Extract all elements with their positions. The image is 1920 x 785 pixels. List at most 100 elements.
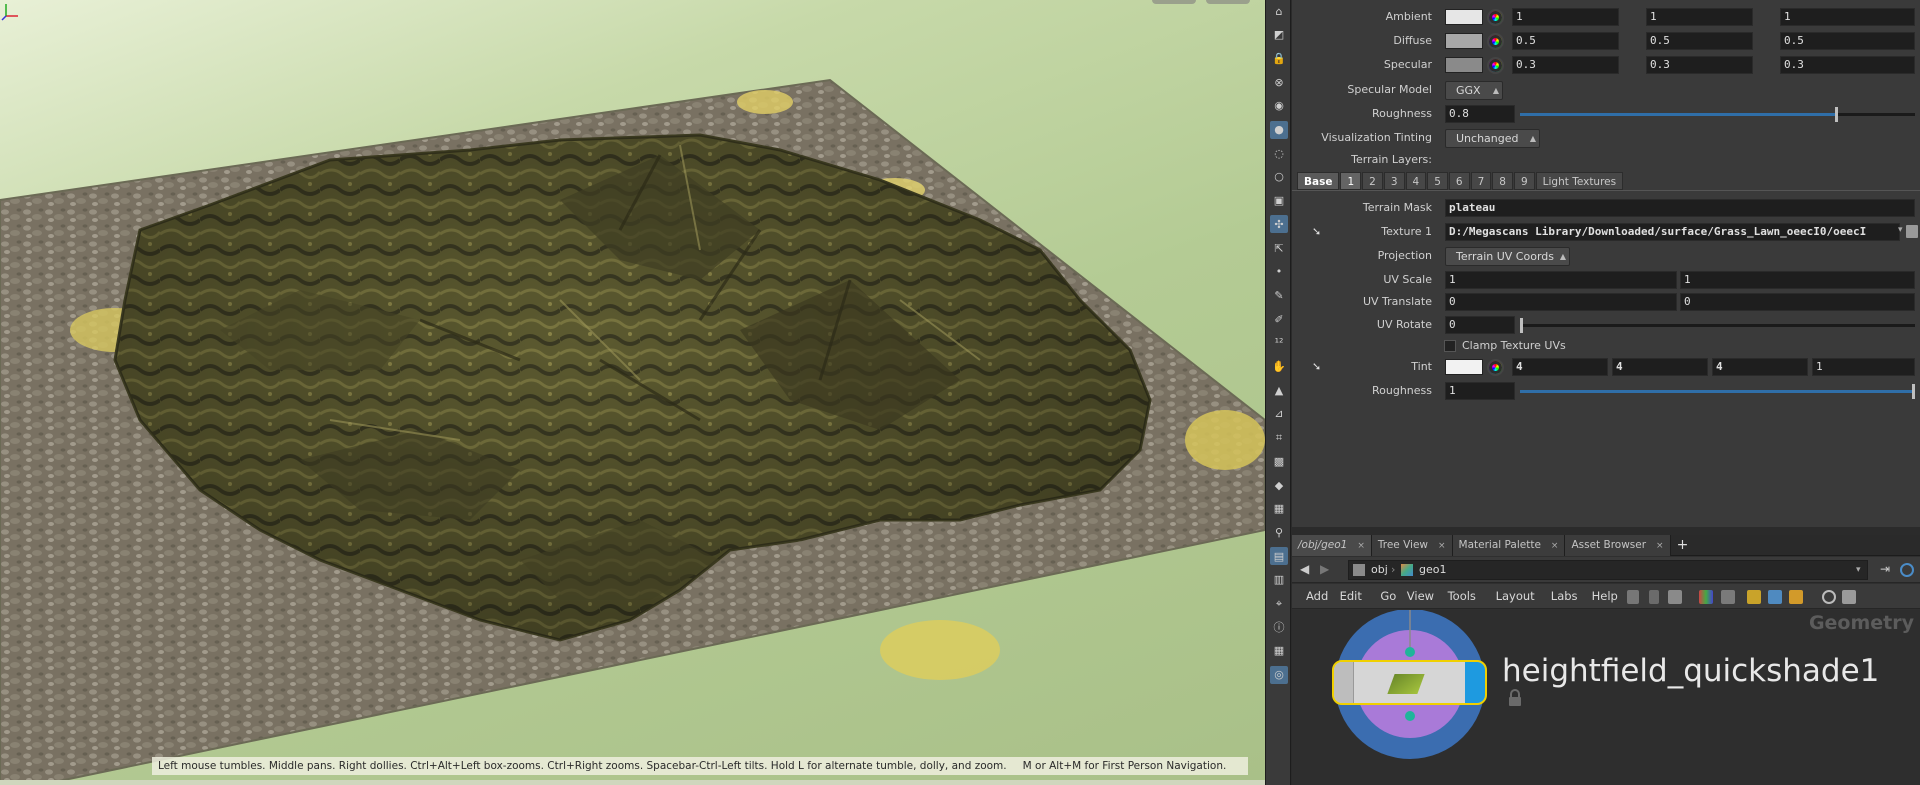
layer-roughness-slider[interactable] [1520,384,1915,399]
uv-rotate-slider-handle[interactable] [1520,318,1523,333]
pane-tab-obj-geo1[interactable]: /obj/geo1 × [1292,535,1372,556]
magnify-icon[interactable] [1822,590,1836,604]
ambient-color-wheel-icon[interactable] [1487,9,1504,26]
heightfield-node[interactable] [1332,660,1487,705]
diffuse-swatch[interactable] [1445,33,1483,49]
layer-tab-light-textures[interactable]: Light Textures [1535,172,1624,190]
specular-r-field[interactable]: 0.3 [1512,56,1619,74]
rig-icon[interactable]: ⚲ [1270,523,1288,541]
specular-g-field[interactable]: 0.3 [1646,56,1753,74]
stack-icon[interactable]: ▤ [1270,547,1288,566]
close-icon[interactable]: × [1656,541,1664,551]
info-icon[interactable]: ⓘ [1270,618,1288,636]
pane-tab-material-palette[interactable]: Material Palette × [1452,535,1566,556]
list-icon[interactable] [1668,590,1682,604]
bulb-outline-icon[interactable]: ○ [1270,168,1288,186]
add-tab-icon[interactable]: + [1671,535,1695,555]
ambient-swatch[interactable] [1445,9,1483,25]
camera-icon[interactable]: ◉ [1270,97,1288,115]
specular-b-field[interactable]: 0.3 [1780,56,1915,74]
path-dropdown-icon[interactable]: ▾ [1856,561,1861,579]
paint-icon[interactable]: ▲ [1270,381,1288,399]
layer-roughness-slider-handle[interactable] [1912,384,1915,399]
roughness-slider-handle[interactable] [1835,107,1838,122]
pin-icon[interactable]: ⇥ [1880,562,1890,576]
select-icon[interactable]: ⇱ [1270,239,1288,257]
color-icon[interactable]: ▦ [1270,500,1288,518]
menu-edit[interactable]: Edit [1340,584,1362,609]
menu-tools[interactable]: Tools [1448,584,1476,609]
layer-tab-9[interactable]: 9 [1513,172,1535,190]
network-canvas[interactable]: Geometry heightfield_quickshade1 [1292,610,1920,785]
layer-tab-base[interactable]: Base [1297,172,1340,190]
grid-icon[interactable] [1721,590,1735,604]
brush-icon[interactable]: ✎ [1270,286,1288,304]
specular-model-menu[interactable]: GGX ▲ [1445,81,1503,100]
scene-viewport[interactable]: Left mouse tumbles. Middle pans. Right d… [0,0,1265,785]
pane-tab-tree-view[interactable]: Tree View × [1371,535,1453,556]
texture1-dropdown-icon[interactable]: ▾ [1898,225,1903,235]
layer-tab-1[interactable]: 1 [1340,172,1362,190]
tint-r-field[interactable]: 4 [1512,358,1608,376]
layer-roughness-field[interactable]: 1 [1445,382,1515,400]
roughness-slider[interactable] [1520,107,1915,122]
node-display-flag[interactable] [1465,662,1485,703]
diffuse-b-field[interactable]: 0.5 [1780,32,1915,50]
number-icon[interactable]: ¹² [1270,334,1288,352]
back-arrow-icon[interactable]: ◀ [1300,562,1309,576]
uv-translate-u-field[interactable]: 0 [1445,293,1677,311]
ambient-g-field[interactable]: 1 [1646,8,1753,26]
diffuse-r-field[interactable]: 0.5 [1512,32,1619,50]
menu-layout[interactable]: Layout [1496,584,1535,609]
menu-labs[interactable]: Labs [1551,584,1578,609]
close-icon[interactable]: × [1551,541,1559,551]
terrain-mask-field[interactable]: plateau [1445,199,1915,217]
tint-g-field[interactable]: 4 [1612,358,1708,376]
edge-icon[interactable]: ⌗ [1270,429,1288,447]
link-icon[interactable] [1900,563,1914,577]
point-icon[interactable]: • [1270,263,1288,281]
measure-icon[interactable]: ⊿ [1270,405,1288,423]
uv-scale-v-field[interactable]: 1 [1680,271,1915,289]
snapshot-icon[interactable]: ▥ [1270,571,1288,589]
node-bypass-flag[interactable] [1334,662,1354,703]
layer-tab-3[interactable]: 3 [1383,172,1405,190]
cancel-icon[interactable]: ⊗ [1270,73,1288,91]
lock-icon[interactable] [1508,689,1522,707]
eye-icon[interactable]: ◎ [1270,665,1288,684]
tint-a-field[interactable]: 1 [1812,358,1915,376]
tint-color-wheel-icon[interactable] [1487,359,1504,376]
menu-add[interactable]: Add [1306,584,1328,609]
image-icon[interactable] [1768,590,1782,604]
view-icon[interactable]: ◩ [1270,26,1288,44]
shape-icon[interactable]: ◆ [1270,476,1288,494]
pose-icon[interactable]: ⌂ [1270,2,1288,20]
roughness-field[interactable]: 0.8 [1445,105,1515,123]
hand-icon[interactable]: ✋ [1270,358,1288,376]
menu-go[interactable]: Go [1380,584,1396,609]
pen-icon[interactable]: ✐ [1270,310,1288,328]
texture1-path-field[interactable]: D:/Megascans Library/Downloaded/surface/… [1445,223,1900,241]
file-browse-icon[interactable] [1906,225,1918,238]
tree-icon[interactable] [1649,590,1659,604]
uv-rotate-slider[interactable] [1520,318,1915,333]
folder-icon[interactable] [1789,590,1803,604]
pane-tab-asset-browser[interactable]: Asset Browser × [1565,535,1671,556]
ambient-r-field[interactable]: 1 [1512,8,1619,26]
viz-tint-menu[interactable]: Unchanged ▲ [1445,129,1540,148]
specular-swatch[interactable] [1445,57,1483,73]
render-icon[interactable]: ▣ [1270,192,1288,210]
path-crumb-obj[interactable]: obj [1371,561,1388,579]
layer-tab-7[interactable]: 7 [1470,172,1492,190]
color-palette-icon[interactable] [1699,590,1713,604]
layer-tab-4[interactable]: 4 [1405,172,1427,190]
uv-translate-v-field[interactable]: 0 [1680,293,1915,311]
uv-rotate-field[interactable]: 0 [1445,316,1515,334]
lock-icon[interactable]: 🔒 [1270,49,1288,67]
tint-b-field[interactable]: 4 [1712,358,1808,376]
bulb-icon[interactable]: ◌ [1270,144,1288,162]
diffuse-color-wheel-icon[interactable] [1487,33,1504,50]
layer-tab-6[interactable]: 6 [1448,172,1470,190]
layer-tab-5[interactable]: 5 [1427,172,1448,190]
projection-menu[interactable]: Terrain UV Coords ▲ [1445,247,1570,266]
